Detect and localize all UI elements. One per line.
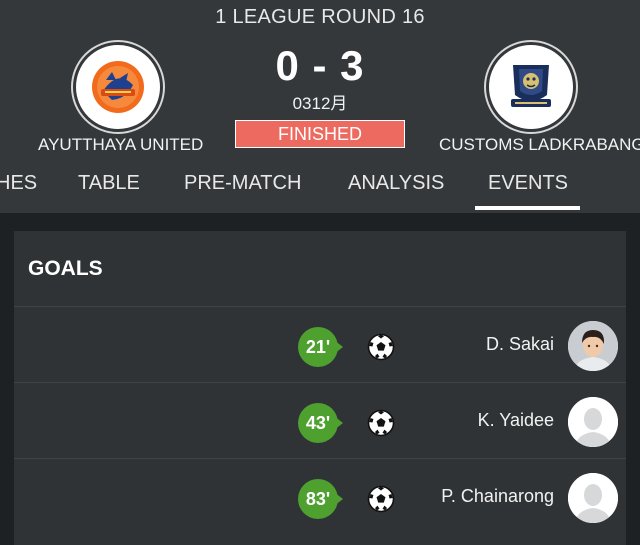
goal-row[interactable]: 83' P. Chainarong (14, 459, 626, 535)
player-placeholder-avatar[interactable] (568, 473, 618, 523)
soccer-ball-icon (367, 485, 395, 513)
tab-events[interactable]: EVENTS (488, 172, 568, 195)
tab-pre-match[interactable]: PRE-MATCH (184, 172, 301, 195)
goal-minute-badge: 43' (298, 403, 338, 443)
player-placeholder-icon (568, 473, 618, 523)
tab-table[interactable]: TABLE (78, 172, 140, 195)
round-title: 1 LEAGUE ROUND 16 (215, 6, 425, 28)
goal-minute-badge: 83' (298, 479, 338, 519)
goals-panel: GOALS 21' D. Sakai 43' K. Yaidee 83' P. … (14, 231, 626, 545)
player-photo-icon (568, 321, 618, 371)
goal-row[interactable]: 43' K. Yaidee (14, 383, 626, 459)
tab-matches[interactable]: HES (0, 172, 37, 195)
soccer-ball-icon (367, 333, 395, 361)
away-team-name[interactable]: CUSTOMS LADKRABANG (439, 135, 640, 155)
goals-title: GOALS (28, 257, 103, 280)
goal-scorer-name[interactable]: D. Sakai (486, 334, 554, 355)
goal-scorer-name[interactable]: K. Yaidee (478, 410, 554, 431)
soccer-ball-icon (367, 409, 395, 437)
goal-minute-badge: 21' (298, 327, 338, 367)
player-photo-avatar[interactable] (568, 321, 618, 371)
away-team-crest[interactable] (486, 42, 576, 132)
home-team-name[interactable]: AYUTTHAYA UNITED (38, 135, 203, 155)
minute-badge-pointer (334, 340, 343, 354)
active-tab-indicator (475, 206, 580, 210)
match-status-badge: FINISHED (235, 120, 405, 148)
minute-badge-pointer (334, 416, 343, 430)
goal-scorer-name[interactable]: P. Chainarong (441, 486, 554, 507)
away-crest-logo-icon (511, 65, 551, 107)
match-header: 1 LEAGUE ROUND 16 AYUTTHAYA UNITED 0 - 3… (0, 0, 640, 213)
player-placeholder-avatar[interactable] (568, 397, 618, 447)
minute-badge-pointer (334, 492, 343, 506)
tab-analysis[interactable]: ANALYSIS (348, 172, 444, 195)
match-tabs: HES TABLE PRE-MATCH ANALYSIS EVENTS (0, 168, 640, 213)
goal-row[interactable]: 21' D. Sakai (14, 307, 626, 383)
player-placeholder-icon (568, 397, 618, 447)
